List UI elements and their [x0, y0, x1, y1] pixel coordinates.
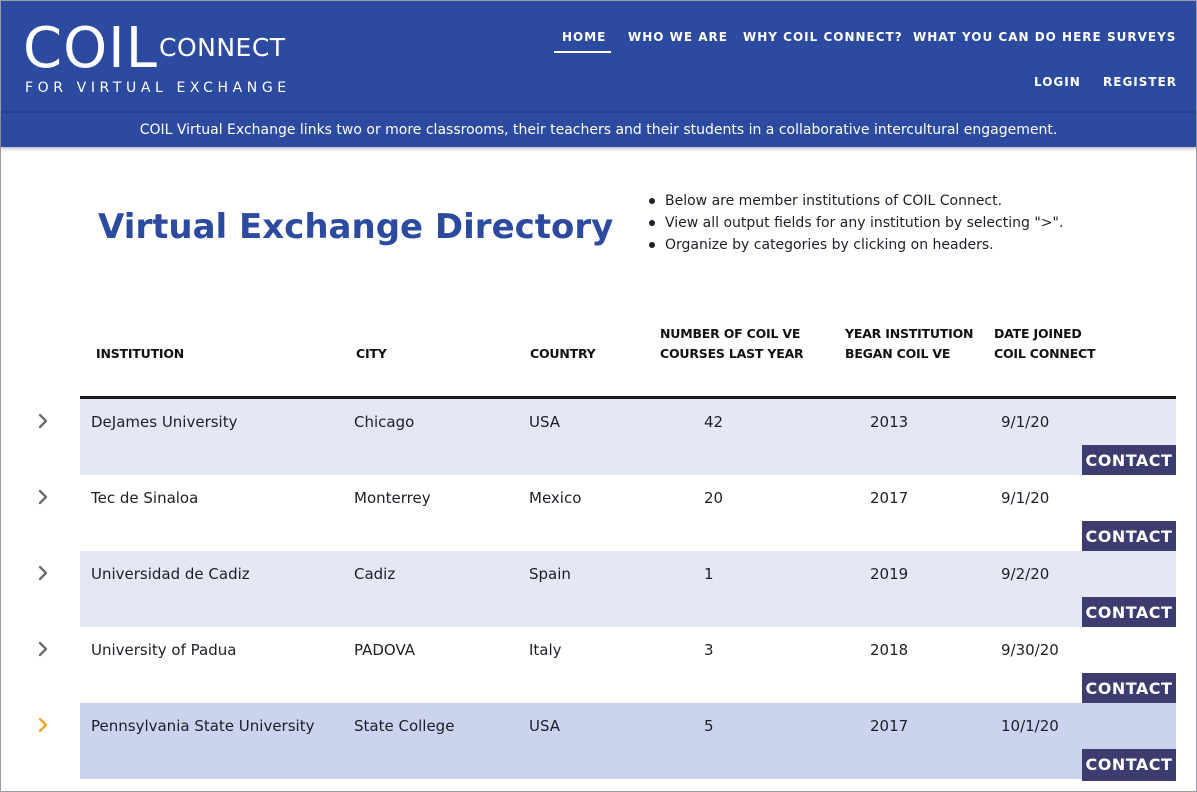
- table-row: University of Padua PADOVA Italy 3 2018 9/30/…: [38, 627, 1176, 705]
- logo-main-text: COIL: [23, 16, 158, 81]
- cell-courses: 1: [704, 565, 714, 583]
- table-row: DeJames University Chicago USA 42 2013 9/1/20…: [38, 399, 1176, 477]
- header-country-label: COUNTRY: [530, 346, 596, 361]
- contact-button[interactable]: CONTACT: [1082, 445, 1176, 477]
- cell-country: Mexico: [529, 489, 582, 507]
- table-row: Universidad de Cadiz Cadiz Spain 1 2019 9/2/2…: [38, 551, 1176, 629]
- cell-institution: Pennsylvania State University: [91, 717, 315, 735]
- logo-tagline: FOR VIRTUAL EXCHANGE: [25, 80, 291, 96]
- cell-city: Cadiz: [354, 565, 396, 583]
- chevron-right-icon[interactable]: [34, 561, 54, 585]
- chevron-right-icon[interactable]: [34, 409, 54, 433]
- contact-button[interactable]: CONTACT: [1082, 749, 1176, 781]
- chevron-right-icon[interactable]: [34, 713, 54, 737]
- contact-button[interactable]: CONTACT: [1082, 673, 1176, 705]
- nav-home[interactable]: HOME: [562, 30, 606, 44]
- instruction-item: Below are member institutions of COIL Co…: [647, 190, 1063, 212]
- cell-year-began: 2019: [870, 565, 909, 583]
- cell-institution: Universidad de Cadiz: [91, 565, 250, 583]
- header-country[interactable]: COUNTRY: [530, 344, 596, 364]
- cell-year-began: 2017: [870, 489, 909, 507]
- chevron-right-icon[interactable]: [34, 485, 54, 509]
- table-row: Tec de Sinaloa Monterrey Mexico 20 2017 9/1/2…: [38, 475, 1176, 553]
- header-year-began[interactable]: YEAR INSTITUTION BEGAN COIL VE: [845, 324, 973, 364]
- logo-secondary-text: CONNECT: [159, 33, 286, 62]
- cell-country: USA: [529, 717, 561, 735]
- cell-courses: 42: [704, 413, 724, 431]
- header-courses-line-2: COURSES LAST YEAR: [660, 346, 804, 361]
- chevron-right-icon[interactable]: [34, 637, 54, 661]
- nav-register[interactable]: REGISTER: [1103, 75, 1177, 89]
- header-year-line-1: YEAR INSTITUTION: [845, 326, 974, 341]
- cell-date-joined: 9/30/20: [1001, 641, 1059, 659]
- directory-instructions: Below are member institutions of COIL Co…: [647, 190, 1063, 256]
- intro-banner: COIL Virtual Exchange links two or more …: [1, 111, 1196, 147]
- cell-date-joined: 9/1/20: [1001, 489, 1050, 507]
- cell-country: Italy: [529, 641, 562, 659]
- cell-city: Monterrey: [354, 489, 431, 507]
- instruction-item: View all output fields for any instituti…: [647, 212, 1063, 234]
- header-date-line-1: DATE JOINED: [994, 326, 1082, 341]
- cell-courses: 3: [704, 641, 714, 659]
- header-city[interactable]: CITY: [356, 344, 387, 364]
- nav-why-coil-connect[interactable]: WHY COIL CONNECT?: [743, 30, 903, 44]
- cell-institution: Tec de Sinaloa: [91, 489, 199, 507]
- cell-date-joined: 9/2/20: [1001, 565, 1050, 583]
- nav-active-indicator: [554, 51, 611, 53]
- cell-date-joined: 10/1/20: [1001, 717, 1059, 735]
- cell-date-joined: 9/1/20: [1001, 413, 1050, 431]
- nav-who-we-are[interactable]: WHO WE ARE: [628, 30, 728, 44]
- cell-year-began: 2017: [870, 717, 909, 735]
- header-courses-last-year[interactable]: NUMBER OF COIL VE COURSES LAST YEAR: [660, 324, 804, 364]
- site-header: COIL CONNECT FOR VIRTUAL EXCHANGE HOME W…: [1, 1, 1196, 111]
- header-institution-label: INSTITUTION: [96, 346, 185, 361]
- header-city-label: CITY: [356, 346, 387, 361]
- contact-button[interactable]: CONTACT: [1082, 521, 1176, 553]
- nav-what-you-can-do-here[interactable]: WHAT YOU CAN DO HERE: [913, 30, 1102, 44]
- header-institution[interactable]: INSTITUTION: [96, 344, 184, 364]
- table-row: Pennsylvania State University State Colle…: [38, 703, 1176, 781]
- cell-institution: DeJames University: [91, 413, 238, 431]
- cell-courses: 5: [704, 717, 714, 735]
- instruction-item: Organize by categories by clicking on he…: [647, 234, 1063, 256]
- cell-year-began: 2018: [870, 641, 909, 659]
- header-courses-line-1: NUMBER OF COIL VE: [660, 326, 801, 341]
- page-title: Virtual Exchange Directory: [98, 207, 614, 247]
- cell-country: Spain: [529, 565, 571, 583]
- cell-city: Chicago: [354, 413, 415, 431]
- cell-city: State College: [354, 717, 455, 735]
- header-year-line-2: BEGAN COIL VE: [845, 346, 951, 361]
- cell-institution: University of Padua: [91, 641, 237, 659]
- header-date-line-2: COIL CONNECT: [994, 346, 1096, 361]
- header-date-joined[interactable]: DATE JOINED COIL CONNECT: [994, 324, 1096, 364]
- contact-button[interactable]: CONTACT: [1082, 597, 1176, 629]
- nav-login[interactable]: LOGIN: [1034, 75, 1081, 89]
- cell-courses: 20: [704, 489, 724, 507]
- cell-city: PADOVA: [354, 641, 416, 659]
- cell-year-began: 2013: [870, 413, 909, 431]
- cell-country: USA: [529, 413, 561, 431]
- nav-surveys[interactable]: SURVEYS: [1107, 30, 1176, 44]
